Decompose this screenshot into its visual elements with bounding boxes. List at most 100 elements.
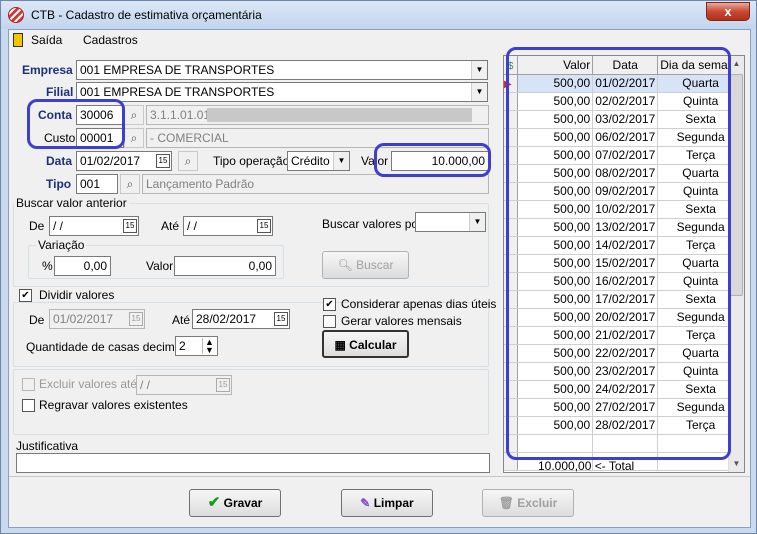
highlight-valor xyxy=(374,143,491,177)
calendar-icon: 15 xyxy=(129,312,143,326)
mensais-label: Gerar valores mensais xyxy=(341,314,462,328)
highlight-conta-custo xyxy=(27,99,125,149)
dividir-de-input: 01/02/2017 15 xyxy=(49,309,145,329)
excluir-ate-checkbox xyxy=(22,378,35,391)
variacao-valor-label: Valor xyxy=(146,259,174,273)
gravar-button[interactable]: ✔ Gravar xyxy=(189,489,281,517)
justificativa-input[interactable] xyxy=(16,453,490,473)
checkmark-icon: ✔ xyxy=(207,494,221,511)
excluir-button[interactable]: 🗑︎ Excluir xyxy=(482,489,574,517)
filial-select[interactable]: 001 EMPRESA DE TRANSPORTES ▼ xyxy=(76,82,488,102)
empresa-label: Empresa xyxy=(22,63,73,77)
dividir-ate-label: Até xyxy=(172,313,191,327)
calendar-icon: 15 xyxy=(216,378,230,392)
dividir-ate-value: 28/02/2017 xyxy=(196,312,257,326)
filial-label: Filial xyxy=(46,85,74,99)
binoculars-icon[interactable]: ⌕ xyxy=(124,105,144,125)
divider xyxy=(9,476,750,477)
calendar-icon[interactable]: 15 xyxy=(274,312,288,326)
binoculars-icon[interactable]: ⌕ xyxy=(120,174,140,194)
tipo-label: Tipo xyxy=(46,177,72,191)
calendar-icon[interactable]: 15 xyxy=(123,219,137,233)
excluir-ate-label: Excluir valores até xyxy=(39,377,138,391)
binoculars-icon[interactable]: ⌕ xyxy=(178,151,198,171)
trash-icon: 🗑︎ xyxy=(498,496,514,510)
dividir-ate-input[interactable]: 28/02/2017 15 xyxy=(192,309,290,329)
scroll-up-icon[interactable]: ▲ xyxy=(729,56,744,72)
casas-decimais-value: 2 xyxy=(179,339,186,353)
mensais-checkbox[interactable] xyxy=(323,315,336,328)
variacao-title: Variação xyxy=(36,238,87,252)
chevron-down-icon[interactable]: ▼ xyxy=(471,61,487,79)
app-logo-icon xyxy=(8,7,24,23)
variacao-valor-input[interactable]: 0,00 xyxy=(174,256,276,276)
exit-door-icon xyxy=(13,33,23,47)
buscar-ate-input[interactable]: / / 15 xyxy=(183,216,273,236)
grid-total: 10.000,00 <- Total xyxy=(538,459,635,473)
excluir-button-label: Excluir xyxy=(517,496,558,510)
scroll-down-icon[interactable]: ▼ xyxy=(729,456,744,472)
chevron-down-icon[interactable]: ▼ xyxy=(471,83,487,101)
excluir-ate-value: / / xyxy=(140,378,151,392)
app-window: CTB - Cadastro de estimativa orçamentári… xyxy=(0,0,757,534)
calcular-button[interactable]: ▦ Calcular xyxy=(322,330,409,358)
calendar-icon[interactable]: 15 xyxy=(156,154,170,168)
close-button[interactable]: x xyxy=(706,2,750,21)
binoculars-icon[interactable]: ⌕ xyxy=(124,128,144,148)
buscar-button[interactable]: 🔍︎ Buscar xyxy=(322,251,409,279)
data-input[interactable]: 01/02/2017 15 xyxy=(76,151,172,171)
search-document-icon: 🔍︎ xyxy=(337,258,353,272)
dias-uteis-checkbox[interactable]: ✔ xyxy=(323,298,336,311)
pct-input[interactable]: 0,00 xyxy=(54,256,111,276)
tipo-operacao-value: Crédito xyxy=(291,154,330,168)
calcular-button-label: Calcular xyxy=(349,338,397,352)
data-label: Data xyxy=(46,154,73,168)
scroll-thumb[interactable] xyxy=(730,74,743,296)
filial-value: 001 EMPRESA DE TRANSPORTES xyxy=(80,85,275,99)
stepper-arrows-icon[interactable]: ▲ ▼ xyxy=(202,338,216,355)
menu-item-saida[interactable]: Saída xyxy=(31,33,62,47)
casas-decimais-stepper[interactable]: 2 ▲ ▼ xyxy=(175,336,218,356)
calculator-icon: ▦ xyxy=(334,338,346,352)
tipo-operacao-select[interactable]: Crédito ▼ xyxy=(287,151,350,171)
buscar-de-value: / / xyxy=(53,219,64,233)
gravar-button-label: Gravar xyxy=(223,496,263,510)
conta-description-text: 3.1.1.01.01 xyxy=(150,108,211,122)
broom-icon: ✎ xyxy=(360,496,371,510)
buscar-de-input[interactable]: / / 15 xyxy=(49,216,139,236)
buscar-por-label: Buscar valores por xyxy=(322,217,423,231)
dividir-de-label: De xyxy=(29,313,45,327)
justificativa-label: Justificativa xyxy=(16,439,79,453)
excluir-ate-input: / / 15 xyxy=(136,375,232,395)
calendar-icon[interactable]: 15 xyxy=(257,219,271,233)
empresa-select[interactable]: 001 EMPRESA DE TRANSPORTES ▼ xyxy=(76,60,488,80)
title-bar: CTB - Cadastro de estimativa orçamentári… xyxy=(1,1,756,29)
limpar-button-label: Limpar xyxy=(373,496,414,510)
limpar-button[interactable]: ✎ Limpar xyxy=(341,489,433,517)
tipo-description: Lançamento Padrão xyxy=(142,174,489,194)
buscar-group-title: Buscar valor anterior xyxy=(14,196,129,210)
chevron-down-icon[interactable]: ▼ xyxy=(333,152,349,170)
tipo-input[interactable]: 001 xyxy=(76,174,118,194)
dividir-de-value: 01/02/2017 xyxy=(53,312,114,326)
menu-item-cadastros[interactable]: Cadastros xyxy=(83,33,138,47)
buscar-por-select[interactable]: ▼ xyxy=(415,212,486,232)
tipo-operacao-label: Tipo operação xyxy=(213,154,290,168)
empresa-value: 001 EMPRESA DE TRANSPORTES xyxy=(80,63,275,77)
dividir-checkbox[interactable]: ✔ xyxy=(19,289,32,302)
buscar-button-label: Buscar xyxy=(356,258,394,272)
chevron-down-icon[interactable]: ▼ xyxy=(469,213,485,231)
redacted-block xyxy=(207,108,472,122)
buscar-de-label: De xyxy=(29,219,45,233)
buscar-ate-value: / / xyxy=(187,219,198,233)
casas-decimais-label: Quantidade de casas decimais xyxy=(26,340,191,354)
highlight-grid xyxy=(506,47,731,460)
data-value: 01/02/2017 xyxy=(80,154,141,168)
pct-label: % xyxy=(42,259,53,273)
window-title: CTB - Cadastro de estimativa orçamentári… xyxy=(31,8,262,22)
regravar-checkbox[interactable] xyxy=(22,399,35,412)
regravar-label: Regravar valores existentes xyxy=(39,398,188,412)
dividir-checkbox-label: Dividir valores xyxy=(39,288,115,302)
buscar-ate-label: Até xyxy=(161,219,180,233)
conta-description: 3.1.1.01.01 xyxy=(146,105,489,125)
